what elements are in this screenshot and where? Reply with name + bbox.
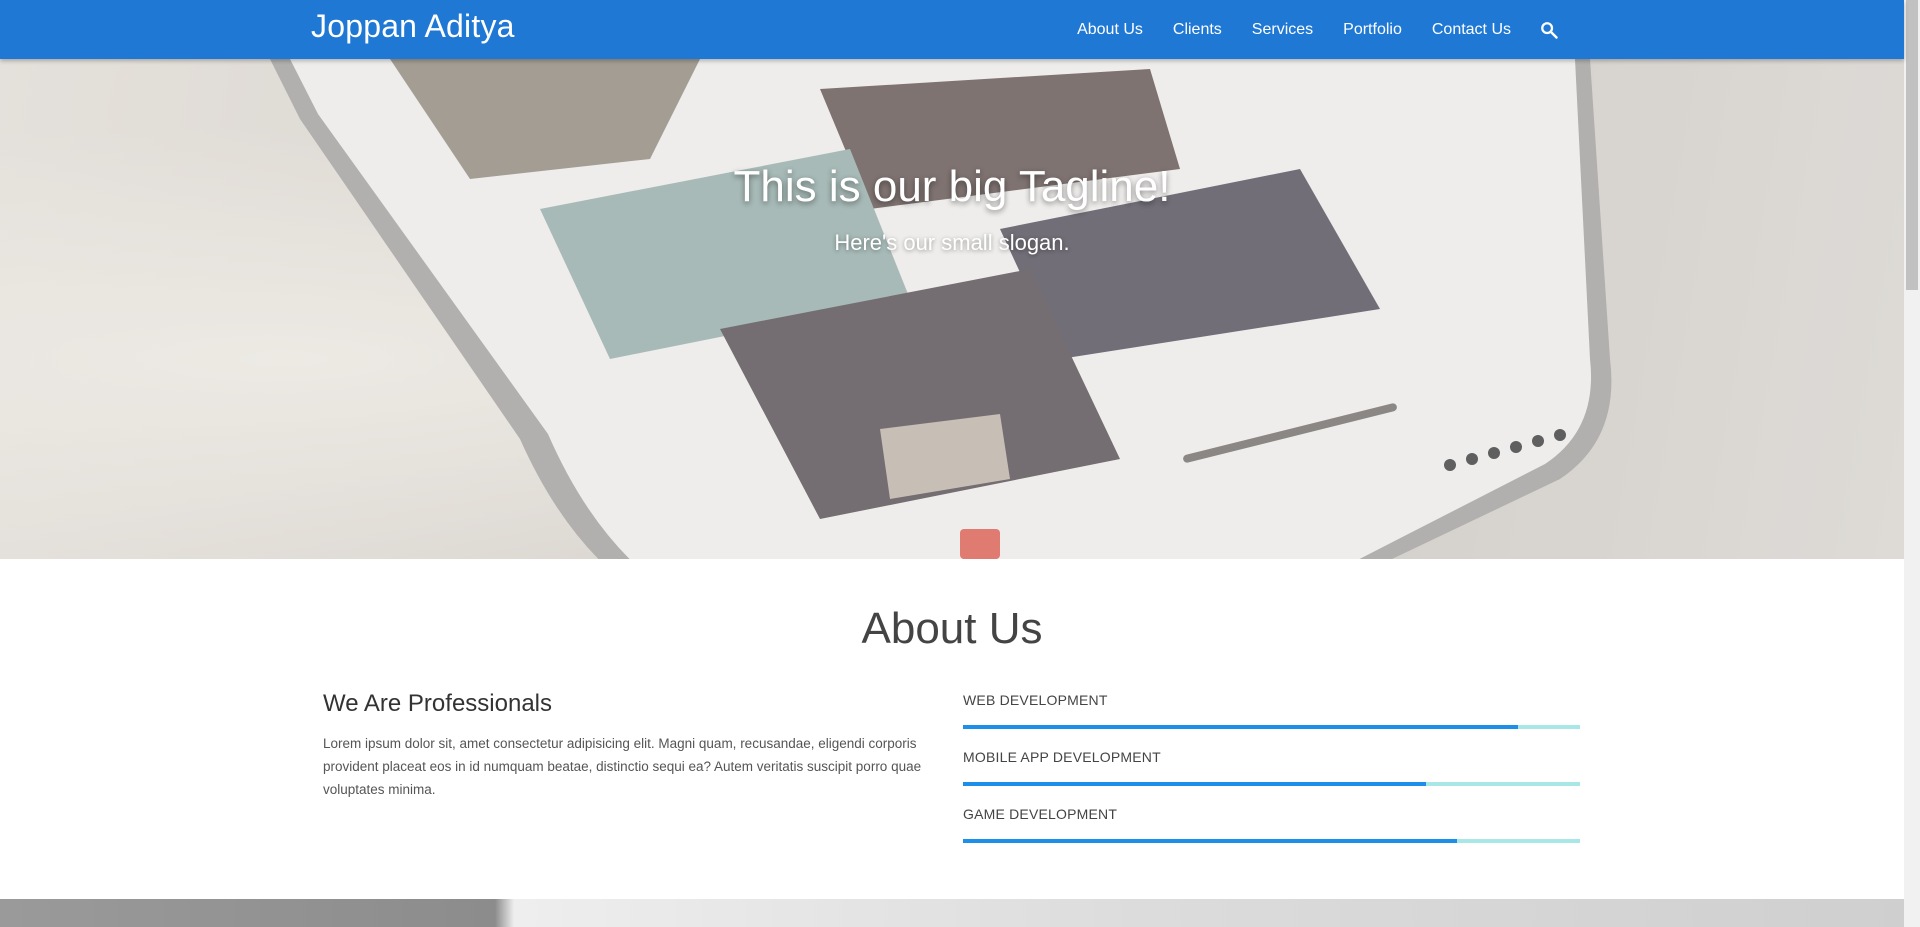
skill-item: GAME DEVELOPMENT [963, 804, 1580, 861]
about-body-text: Lorem ipsum dolor sit, amet consectetur … [323, 736, 922, 797]
skill-progress-track [963, 839, 1580, 843]
brand-logo[interactable]: Joppan Aditya [311, 8, 515, 45]
skill-progress-fill [963, 839, 1457, 843]
skill-progress-track [963, 782, 1580, 786]
hero-banner: This is our big Tagline! Here's our smal… [0, 59, 1904, 559]
hero-tagline: This is our big Tagline! [733, 162, 1171, 211]
search-icon[interactable] [1526, 0, 1572, 59]
hero-slogan: Here's our small slogan. [834, 230, 1070, 255]
skill-label: GAME DEVELOPMENT [963, 806, 1118, 822]
nav-link-contact-us[interactable]: Contact Us [1417, 21, 1526, 39]
nav-link-services[interactable]: Services [1237, 21, 1328, 39]
nav-links: About Us Clients Services Portfolio Cont… [1062, 0, 1572, 59]
skill-item: MOBILE APP DEVELOPMENT [963, 747, 1580, 804]
about-subheading: We Are Professionals [323, 690, 552, 717]
skill-progress-fill [963, 725, 1519, 729]
top-navbar: Joppan Aditya About Us Clients Services … [0, 0, 1904, 59]
skill-label: WEB DEVELOPMENT [963, 692, 1108, 708]
nav-link-clients[interactable]: Clients [1158, 21, 1237, 39]
skills-list: WEB DEVELOPMENT MOBILE APP DEVELOPMENT G… [963, 690, 1580, 861]
nav-link-about-us[interactable]: About Us [1062, 21, 1158, 39]
skill-label: MOBILE APP DEVELOPMENT [963, 749, 1161, 765]
nav-link-portfolio[interactable]: Portfolio [1328, 21, 1417, 39]
about-intro: We Are Professionals Lorem ipsum dolor s… [323, 690, 933, 801]
page-scrollbar[interactable] [1904, 0, 1920, 927]
skill-item: WEB DEVELOPMENT [963, 690, 1580, 747]
scrollbar-thumb[interactable] [1906, 0, 1918, 290]
skill-progress-track [963, 725, 1580, 729]
next-section-preview [0, 899, 1904, 927]
skill-progress-fill [963, 782, 1426, 786]
about-heading: About Us [861, 604, 1043, 653]
hero-overlay [0, 59, 1904, 559]
